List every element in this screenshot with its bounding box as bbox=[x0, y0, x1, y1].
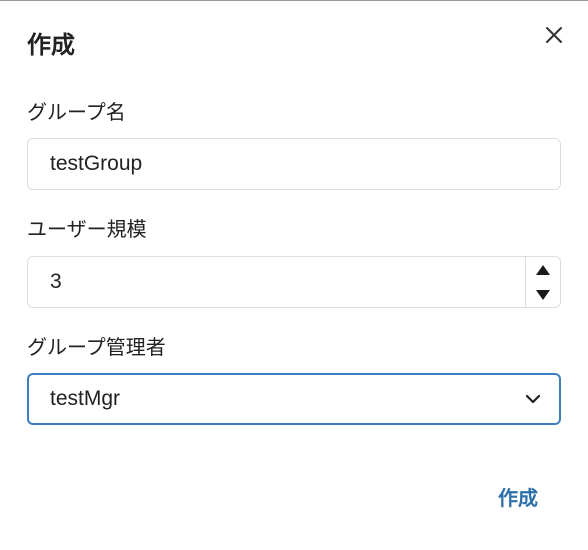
group-manager-select[interactable]: testMgr bbox=[27, 373, 561, 425]
close-button[interactable] bbox=[540, 21, 568, 49]
group-name-input[interactable]: testGroup bbox=[27, 138, 561, 190]
group-name-value: testGroup bbox=[50, 152, 143, 175]
increment-button[interactable] bbox=[526, 257, 560, 282]
user-scale-stepper[interactable] bbox=[525, 257, 560, 307]
group-manager-selected: testMgr bbox=[50, 387, 121, 410]
user-scale-input[interactable]: 3 bbox=[27, 256, 561, 308]
create-group-dialog: 作成 グループ名 testGroup ユーザー規模 3 グループ管理者 test… bbox=[0, 0, 588, 550]
dialog-title: 作成 bbox=[27, 31, 75, 59]
user-scale-label: ユーザー規模 bbox=[27, 217, 147, 241]
arrow-up-icon bbox=[536, 264, 550, 275]
close-icon bbox=[546, 27, 562, 43]
group-manager-label: グループ管理者 bbox=[27, 335, 166, 359]
create-button[interactable]: 作成 bbox=[486, 479, 550, 513]
chevron-down-icon bbox=[525, 391, 541, 407]
decrement-button[interactable] bbox=[526, 282, 560, 307]
user-scale-value: 3 bbox=[50, 270, 62, 293]
arrow-down-icon bbox=[536, 289, 550, 300]
group-name-label: グループ名 bbox=[27, 100, 126, 124]
